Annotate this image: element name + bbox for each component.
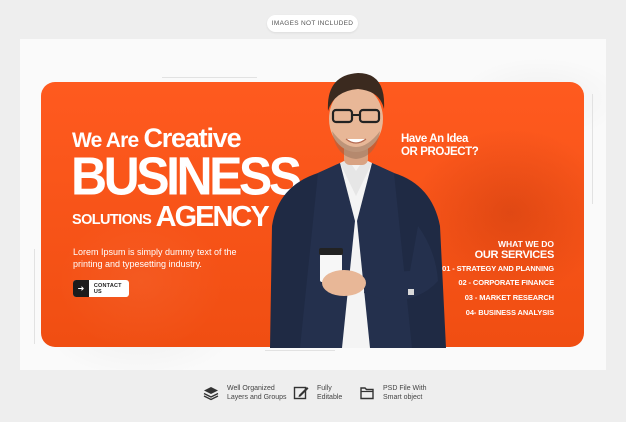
feature-psd: PSD File With Smart object [359, 384, 427, 402]
decor-line-top [162, 77, 257, 78]
headline-solutions-agency: SOLUTIONS AGENCY [72, 201, 270, 233]
images-not-included-badge: IMAGES NOT INCLUDED [267, 15, 358, 32]
services-heading: WHAT WE DO OUR SERVICES [474, 239, 555, 261]
edit-icon [293, 386, 309, 400]
description-text: Lorem Ipsum is simply dummy text of the … [73, 247, 237, 269]
service-item: 03 - MARKET RESEARCH [464, 293, 554, 302]
psd-file-icon [360, 387, 374, 400]
businessman-photo [270, 73, 446, 348]
decor-line-bottom [265, 350, 335, 351]
contact-us-label: CONTACT US [93, 282, 122, 295]
decor-line-left [34, 249, 35, 344]
feature-editable: Fully Editable [293, 384, 342, 402]
service-item: 01 - STRATEGY AND PLANNING [442, 264, 554, 273]
service-item: 04- BUSINESS ANALYSIS [465, 308, 554, 317]
contact-us-button[interactable]: ➜ CONTACT US [73, 280, 129, 297]
decor-line-right [592, 94, 593, 204]
feature-layers: Well Organized Layers and Groups [203, 384, 287, 402]
arrow-right-icon: ➜ [73, 280, 89, 297]
layers-icon [203, 387, 219, 401]
service-item: 02 - CORPORATE FINANCE [458, 278, 554, 287]
